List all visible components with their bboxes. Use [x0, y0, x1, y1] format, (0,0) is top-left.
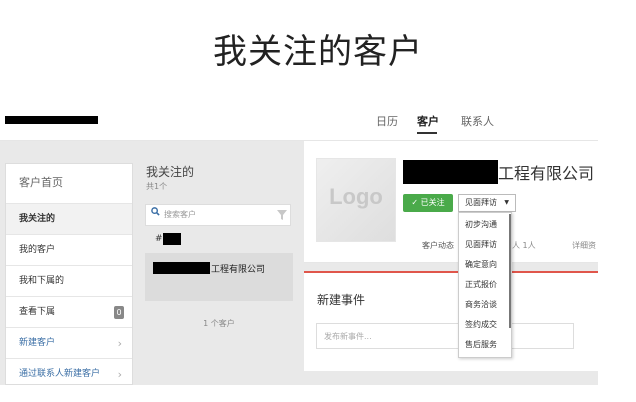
sidebar-item-new-from-contact[interactable]: 通过联系人新建客户 ›	[6, 359, 132, 390]
sidebar-item-following[interactable]: 我关注的	[6, 204, 132, 235]
dropdown-option-quote[interactable]: 正式报价	[459, 276, 511, 294]
count-badge: 0	[114, 306, 124, 319]
sidebar-item-view-subordinates[interactable]: 查看下属 0	[6, 297, 132, 328]
dropdown-option-confirm-intent[interactable]: 确定意向	[459, 256, 511, 274]
event-card	[304, 271, 598, 371]
tab-contacts[interactable]: 人 1人	[512, 240, 536, 251]
list-title: 我关注的	[146, 165, 195, 179]
search-icon	[151, 207, 160, 219]
list-item[interactable]	[145, 253, 293, 301]
sidebar-home[interactable]: 客户首页	[6, 164, 132, 204]
sidebar-item-my-customers[interactable]: 我的客户	[6, 235, 132, 266]
sidebar-item-me-and-subordinates[interactable]: 我和下属的	[6, 266, 132, 297]
redacted-block	[163, 233, 181, 245]
sidebar-item-label: 通过联系人新建客户	[19, 369, 101, 379]
event-placeholder: 发布新事件...	[324, 332, 372, 341]
dropdown-option-deal-closed[interactable]: 签约成交	[459, 316, 511, 334]
dropdown-option-meeting[interactable]: 见面拜访	[459, 236, 511, 254]
dropdown-scrollbar[interactable]	[509, 214, 511, 328]
nav-active-indicator	[417, 132, 437, 134]
company-name: 工程有限公司	[498, 164, 595, 183]
tab-details[interactable]: 详细资	[572, 240, 596, 251]
stage-dropdown-menu: 初步沟通 见面拜访 确定意向 正式报价 商务洽谈 签约成交 售后服务	[458, 212, 512, 358]
redacted-block	[403, 160, 498, 184]
dropdown-option-after-sales[interactable]: 售后服务	[459, 336, 511, 354]
dropdown-option-negotiation[interactable]: 商务洽谈	[459, 296, 511, 314]
redacted-block	[153, 262, 210, 274]
alpha-group-label: #	[155, 234, 163, 244]
chevron-right-icon: ›	[117, 368, 122, 381]
section-gap	[304, 371, 598, 385]
filter-icon[interactable]	[276, 207, 288, 221]
stage-select-value: 见面拜访	[465, 198, 497, 207]
customer-name: 工程有限公司	[211, 265, 266, 275]
dropdown-option-initial-contact[interactable]: 初步沟通	[459, 216, 511, 234]
caret-down-icon: ▼	[504, 199, 509, 206]
sidebar: 客户首页 我关注的 我的客户 我和下属的 查看下属 0 新建客户 › 通过联系人…	[5, 163, 133, 385]
customer-count: 1 个客户	[203, 319, 235, 328]
logo-placeholder-text: Logo	[329, 184, 383, 209]
following-button[interactable]: ✓ 已关注	[403, 194, 453, 212]
stage-select[interactable]: 见面拜访 ▼	[458, 194, 516, 212]
sidebar-item-new-customer[interactable]: 新建客户 ›	[6, 328, 132, 359]
list-subtitle: 共1个	[146, 182, 168, 191]
nav-contacts[interactable]: 联系人	[461, 113, 494, 129]
tab-customer-activity[interactable]: 客户动态	[422, 240, 454, 251]
page-title: 我关注的客户	[213, 32, 423, 72]
app-logo-redacted	[5, 116, 98, 124]
nav-calendar[interactable]: 日历	[376, 113, 398, 129]
nav-customers[interactable]: 客户	[417, 113, 439, 129]
sidebar-item-label: 查看下属	[19, 307, 56, 317]
chevron-right-icon: ›	[117, 337, 122, 350]
section-gap	[304, 263, 598, 271]
sidebar-item-label: 新建客户	[19, 338, 56, 348]
search-placeholder: 搜索客户	[164, 210, 196, 219]
event-title: 新建事件	[317, 293, 366, 307]
